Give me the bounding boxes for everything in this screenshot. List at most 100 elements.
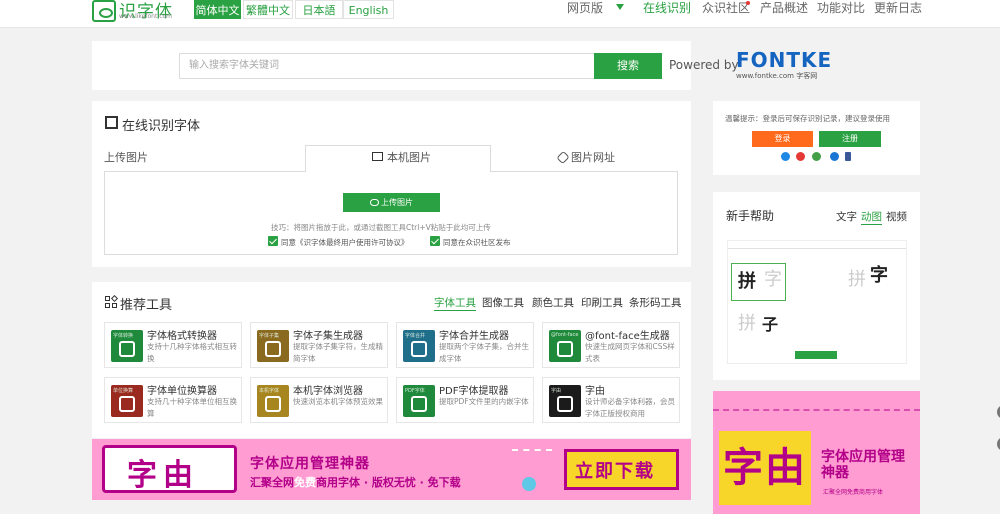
ziyou-logo-box: 字由 (102, 445, 237, 493)
agree-checkbox[interactable] (268, 236, 278, 246)
tool-card[interactable]: @font-face @font-face生成器 快速生成网页字体和CSS样式表 (542, 322, 680, 368)
tools-title: 推荐工具 (120, 298, 173, 313)
tool-icon: 字体合并 (403, 330, 435, 362)
agree-label: 同意《识字体最终用户使用许可协议》 (281, 238, 409, 247)
ziyou-side-logo: 字由 (723, 445, 807, 491)
help-tab-video[interactable]: 视频 (886, 209, 907, 224)
ziyou-logo: 字由 (127, 458, 199, 493)
fontke-brand-text: FONTKE (736, 48, 833, 72)
tool-icon-label: 字体合并 (405, 333, 426, 339)
tool-card[interactable]: 本机字体 本机字体浏览器 快速浏览本机字体预览效果 (250, 377, 388, 423)
baidu-icon[interactable] (830, 152, 839, 161)
category-print-tools[interactable]: 印刷工具 (581, 295, 623, 310)
banner-download-button[interactable]: 立即下载 (564, 449, 679, 490)
help-tab-gif[interactable]: 动图 (861, 209, 882, 225)
banner-subline-post: 商用字体 · 版权无忧 · 免下载 (316, 476, 461, 489)
side-banner-sub: 汇聚全网免费商用字体 (823, 489, 884, 496)
ziyou-banner[interactable]: 字由 字体应用管理神器 汇聚全网免费商用字体 · 版权无忧 · 免下载 立即下载 (92, 439, 691, 500)
tool-card[interactable]: 单位换算 字体单位换算器 支持几十种字体单位相互换算 (104, 377, 242, 423)
tool-symbol-icon (557, 396, 573, 412)
tab-image-url-label: 图片网址 (571, 151, 615, 164)
banner-download-label: 立即下载 (575, 461, 655, 482)
tool-symbol-icon (557, 341, 573, 357)
search-input[interactable]: 输入搜索字体关键词 (179, 53, 594, 79)
tool-name: 字体子集生成器 (293, 331, 363, 342)
cloud-upload-icon (370, 199, 379, 206)
tool-icon: 单位换算 (111, 385, 143, 417)
category-font-tools[interactable]: 字体工具 (434, 295, 476, 311)
help-demo-image[interactable]: 拼 字 拼 字 拼 子 (727, 240, 907, 364)
lang-traditional-chinese[interactable]: 繁體中文 (243, 0, 293, 19)
tool-card[interactable]: PDF字体 PDF字体提取器 提取PDF文件里的内嵌字体 (396, 377, 534, 423)
banner-subline-pre: 汇聚全网 (250, 476, 294, 489)
demo-char: 字 (764, 269, 782, 290)
demo-char: 拼 (848, 269, 866, 290)
scan-icon (105, 116, 118, 129)
nav-product-overview[interactable]: 产品概述 (760, 0, 808, 16)
qq-icon[interactable] (781, 152, 790, 161)
nav-web-version[interactable]: 网页版 (567, 0, 603, 16)
tool-symbol-icon (265, 396, 281, 412)
tool-icon-label: 单位换算 (113, 388, 134, 394)
tool-icon: 字体子集 (257, 330, 289, 362)
tool-symbol-icon (119, 341, 135, 357)
login-notice: 温馨提示：登录后可保存识别记录，建议登录使用 (725, 114, 890, 123)
tool-icon-label: 字体子集 (259, 333, 280, 339)
site-logo[interactable]: 识字体 www.likefont.com (92, 0, 190, 22)
tool-card[interactable]: 字体合并 字体合并生成器 提取两个字体子集，合并生成字体 (396, 322, 534, 368)
category-image-tools[interactable]: 图像工具 (482, 295, 524, 310)
tool-icon: PDF字体 (403, 385, 435, 417)
tool-desc: 提取PDF文件里的内嵌字体 (439, 397, 529, 406)
tool-card[interactable]: 字体转换 字体格式转换器 支持十几种字体格式相互转换 (104, 322, 242, 368)
register-button[interactable]: 注册 (819, 131, 881, 147)
demo-char: 拼 (738, 313, 756, 334)
nav-changelog[interactable]: 更新日志 (874, 0, 922, 16)
tool-desc: 快速浏览本机字体预览效果 (293, 397, 383, 406)
category-barcode-tools[interactable]: 条形码工具 (629, 295, 682, 310)
lang-english[interactable]: English (343, 0, 394, 19)
tab-upload-image[interactable]: 上传图片 (104, 151, 148, 165)
tab-local-image-label: 本机图片 (387, 151, 431, 164)
decor (522, 477, 536, 491)
tool-name: 字由 (585, 386, 605, 397)
tool-icon-label: 字体转换 (113, 333, 134, 339)
chevron-down-icon[interactable] (616, 4, 624, 10)
help-tab-text[interactable]: 文字 (836, 209, 857, 224)
lang-simplified-chinese[interactable]: 简体中文 (194, 0, 241, 19)
login-button[interactable]: 登录 (752, 131, 813, 147)
tool-card[interactable]: 字体子集 字体子集生成器 提取字体子集字符，生成精简字体 (250, 322, 388, 368)
tool-name: 字体合并生成器 (439, 331, 509, 342)
nav-community[interactable]: 众识社区 (702, 0, 750, 16)
demo-char: 字 (870, 265, 888, 286)
wechat-icon[interactable] (812, 152, 821, 161)
banner-subline-highlight: 免费 (294, 476, 316, 489)
tool-name: 字体格式转换器 (147, 331, 217, 342)
tool-desc: 支持几十种字体单位相互换算 (147, 397, 237, 418)
tool-icon: @font-face (549, 330, 581, 362)
fontke-logo[interactable]: FONTKE www.fontke.com 字客网 (736, 48, 833, 80)
help-title: 新手帮助 (726, 209, 775, 223)
weibo-icon[interactable] (796, 152, 805, 161)
publish-label: 同意在众识社区发布 (443, 238, 511, 247)
tab-local-image[interactable]: 本机图片 (305, 145, 491, 172)
tool-symbol-icon (411, 396, 427, 412)
tool-name: 字体单位换算器 (147, 386, 217, 397)
top-bar: 识字体 www.likefont.com 简体中文 繁體中文 日本語 Engli… (0, 0, 1000, 28)
nav-feature-compare[interactable]: 功能对比 (817, 0, 865, 16)
nav-online-recognize[interactable]: 在线识别 (643, 0, 691, 16)
side-banner-title: 字体应用管理神器 (821, 449, 905, 481)
demo-char: 拼 (738, 271, 756, 292)
facebook-icon[interactable] (845, 152, 851, 161)
upload-tip: 技巧：将图片拖放于此，或通过截图工具Ctrl+V粘贴于此均可上传 (271, 223, 491, 232)
tool-icon: 字体转换 (111, 330, 143, 362)
image-icon (372, 152, 383, 161)
category-color-tools[interactable]: 颜色工具 (532, 295, 574, 310)
ziyou-side-banner[interactable]: 字由 字体应用管理神器 汇聚全网免费商用字体 (713, 391, 920, 514)
tool-card[interactable]: 字由 字由 设计师必备字体利器，会员字体正版授权商用 (542, 377, 680, 423)
upload-image-button[interactable]: 上传图片 (343, 193, 440, 212)
powered-by-label: Powered by (669, 58, 739, 72)
publish-checkbox[interactable] (430, 236, 440, 246)
lang-japanese[interactable]: 日本語 (295, 0, 343, 19)
search-button[interactable]: 搜索 (594, 53, 662, 79)
tool-desc: 设计师必备字体利器，会员字体正版授权商用 (585, 397, 675, 418)
